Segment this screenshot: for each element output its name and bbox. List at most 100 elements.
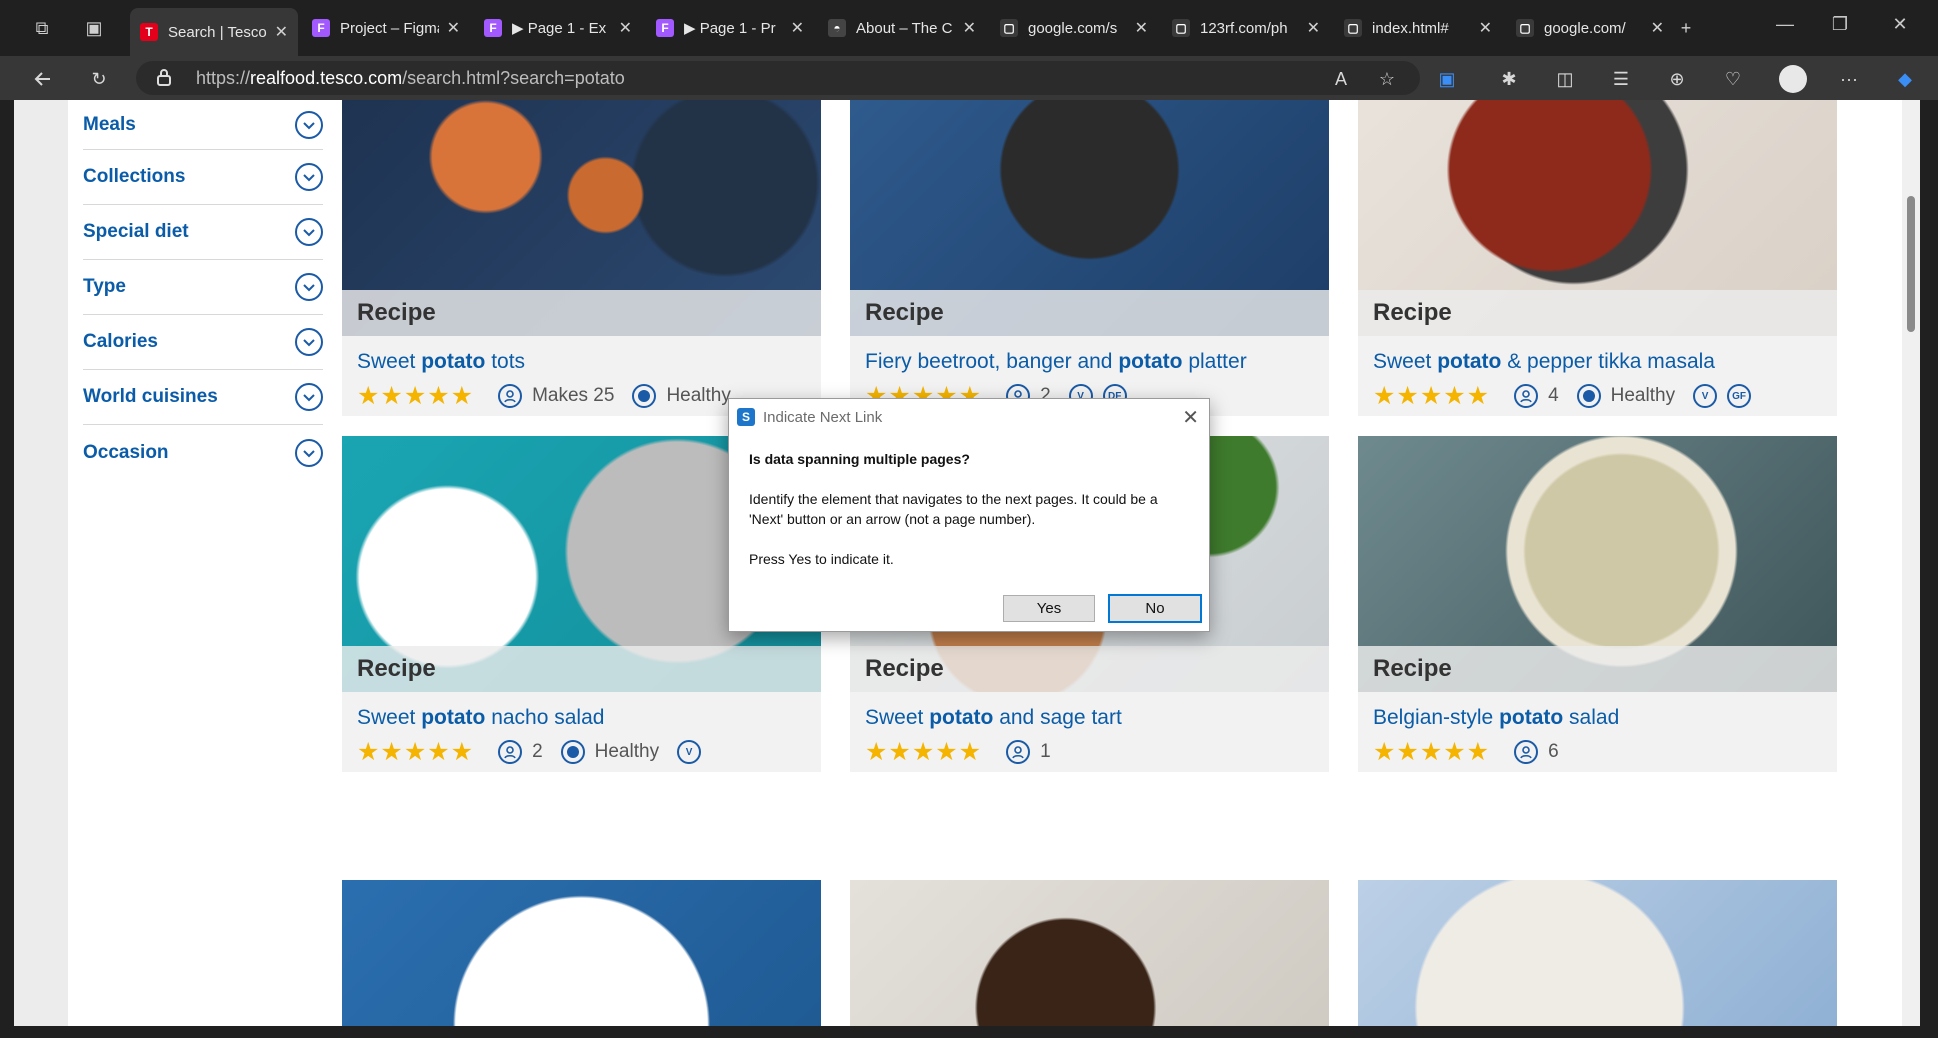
dialog-title: Indicate Next Link xyxy=(763,408,883,426)
restore-icon[interactable]: ❐ xyxy=(1820,14,1860,35)
profile-avatar-icon[interactable] xyxy=(1778,64,1808,94)
filter-special-diet[interactable]: Special diet xyxy=(83,205,323,260)
browser-tab[interactable]: F ▶ Page 1 - Pr ✕ xyxy=(646,10,814,46)
browser-tab[interactable]: ▢ google.com/s ✕ xyxy=(990,10,1158,46)
tab-favicon-icon: F xyxy=(484,19,502,37)
filter-sidebar: Meals Collections Special diet Type Calories… xyxy=(83,100,323,480)
refresh-icon[interactable]: ↻ xyxy=(84,64,114,94)
tab-title: 123rf.com/ph xyxy=(1200,19,1288,37)
address-field[interactable]: https://realfood.tesco.com/search.html?s… xyxy=(136,61,1420,95)
serves-count: 6 xyxy=(1548,741,1559,762)
title-text: and sage tart xyxy=(993,706,1122,729)
serves-count: 4 xyxy=(1548,385,1559,406)
recipe-card[interactable]: Recipe Belgian-style potato salad ★★★★★ 6 xyxy=(1358,436,1837,772)
back-icon[interactable] xyxy=(28,64,58,94)
tab-close-icon[interactable]: ✕ xyxy=(1479,18,1492,38)
tab-close-icon[interactable]: ✕ xyxy=(963,18,976,38)
rating-stars: ★★★★★ xyxy=(865,738,983,766)
recipe-title-link[interactable]: Sweet potato nacho salad xyxy=(357,706,604,730)
read-aloud-icon[interactable]: A xyxy=(1326,64,1356,94)
tab-title: Project – Figma xyxy=(340,19,439,37)
filter-occasion[interactable]: Occasion xyxy=(83,425,323,480)
chevron-down-icon[interactable] xyxy=(295,328,323,356)
browser-tab[interactable]: T Search | Tesco ✕ xyxy=(130,8,298,56)
title-text: Fiery beetroot, banger and xyxy=(865,350,1119,373)
browser-tab[interactable]: ▢ 123rf.com/ph ✕ xyxy=(1162,10,1330,46)
recipe-title-link[interactable]: Fiery beetroot, banger and potato platte… xyxy=(865,350,1247,374)
chevron-down-icon[interactable] xyxy=(295,438,323,467)
recipe-type-band: Recipe xyxy=(1358,646,1837,692)
filter-collections[interactable]: Collections xyxy=(83,150,323,205)
chevron-down-icon[interactable] xyxy=(295,163,323,191)
diet-badge-v: V xyxy=(677,740,702,764)
split-screen-icon[interactable]: ◫ xyxy=(1550,64,1580,94)
browser-essentials-icon[interactable]: ♡ xyxy=(1718,64,1748,94)
serves-person-icon xyxy=(498,740,523,764)
more-menu-icon[interactable]: ··· xyxy=(1834,64,1864,94)
browser-tab[interactable]: F ▶ Page 1 - Ex ✕ xyxy=(474,10,642,46)
filter-label: Meals xyxy=(83,113,136,135)
recipe-title-link[interactable]: Sweet potato & pepper tikka masala xyxy=(1373,350,1715,374)
scrollbar-thumb[interactable] xyxy=(1907,196,1915,332)
tab-title: google.com/ xyxy=(1544,19,1626,37)
tab-title: ▶ Page 1 - Ex xyxy=(512,20,607,37)
chevron-down-icon[interactable] xyxy=(295,383,323,411)
chevron-down-icon[interactable] xyxy=(295,218,323,246)
favorite-star-icon[interactable]: ☆ xyxy=(1372,64,1402,94)
workspaces-icon[interactable]: ⧉ xyxy=(26,12,58,44)
collections-icon[interactable]: ⊕ xyxy=(1662,64,1692,94)
filter-world-cuisines[interactable]: World cuisines xyxy=(83,370,323,425)
address-toolbar: ↻ https://realfood.tesco.com/search.html… xyxy=(0,56,1938,100)
tab-close-icon[interactable]: ✕ xyxy=(447,18,460,38)
serves-person-icon xyxy=(1514,740,1539,764)
recipe-card[interactable]: Recipe Sweet potato & pepper tikka masala… xyxy=(1358,100,1837,416)
recipe-card[interactable]: Recipe Fiery beetroot, banger and potato … xyxy=(850,100,1329,416)
tab-close-icon[interactable]: ✕ xyxy=(275,22,288,42)
browser-tab[interactable]: F Project – Figma ✕ xyxy=(302,10,470,46)
recipe-title-link[interactable]: Belgian-style potato salad xyxy=(1373,706,1619,730)
title-highlight: potato xyxy=(421,706,486,729)
dialog-close-icon[interactable]: ✕ xyxy=(1182,405,1199,430)
app-logo-icon: S xyxy=(737,408,755,426)
title-text: Sweet xyxy=(865,706,930,729)
filter-meals[interactable]: Meals xyxy=(83,100,323,150)
recipe-card-partial-photo[interactable] xyxy=(342,880,821,1026)
recipe-card[interactable]: Recipe Sweet potato tots ★★★★★ Makes 25 Heal… xyxy=(342,100,821,416)
title-text: Sweet xyxy=(357,706,422,729)
tab-actions-icon[interactable]: ▣ xyxy=(78,12,110,44)
tab-close-icon[interactable]: ✕ xyxy=(1651,18,1664,38)
yes-button[interactable]: Yes xyxy=(1003,595,1095,622)
chevron-down-icon[interactable] xyxy=(295,273,323,301)
filter-type[interactable]: Type xyxy=(83,260,323,315)
browser-tab[interactable]: ◓ About – The C ✕ xyxy=(818,10,986,46)
filter-calories[interactable]: Calories xyxy=(83,315,323,370)
copilot-icon[interactable]: ◆ xyxy=(1890,64,1920,94)
vertical-scrollbar[interactable] xyxy=(1902,100,1920,1026)
no-button[interactable]: No xyxy=(1108,594,1202,623)
recipe-title-link[interactable]: Sweet potato tots xyxy=(357,350,525,374)
minimize-icon[interactable]: — xyxy=(1765,14,1805,35)
title-text: salad xyxy=(1563,706,1620,729)
recipe-type-band: Recipe xyxy=(342,290,821,336)
recipe-type-label: Recipe xyxy=(865,299,944,326)
extension-ui-icon[interactable]: ▣ xyxy=(1432,64,1462,94)
title-text: tots xyxy=(485,350,526,373)
tab-close-icon[interactable]: ✕ xyxy=(791,18,804,38)
tab-favicon-icon: ▢ xyxy=(1172,19,1190,37)
close-window-icon[interactable]: ✕ xyxy=(1880,14,1920,35)
favorites-icon[interactable]: ☰ xyxy=(1606,64,1636,94)
browser-tab[interactable]: ▢ google.com/ ✕ xyxy=(1506,10,1674,46)
extensions-puzzle-icon[interactable]: ✱ xyxy=(1494,64,1524,94)
title-highlight: potato xyxy=(1437,350,1502,373)
tab-close-icon[interactable]: ✕ xyxy=(1135,18,1148,38)
recipe-card-partial-photo[interactable] xyxy=(1358,880,1837,1026)
recipe-type-band: Recipe xyxy=(1358,290,1837,336)
tab-close-icon[interactable]: ✕ xyxy=(619,18,632,38)
chevron-down-icon[interactable] xyxy=(295,110,323,139)
tab-close-icon[interactable]: ✕ xyxy=(1307,18,1320,38)
browser-tab[interactable]: ▢ index.html# ✕ xyxy=(1334,10,1502,46)
new-tab-button[interactable]: + xyxy=(1670,12,1702,44)
recipe-title-link[interactable]: Sweet potato and sage tart xyxy=(865,706,1122,730)
tab-favicon-icon: F xyxy=(312,19,330,37)
recipe-card-partial-photo[interactable] xyxy=(850,880,1329,1026)
